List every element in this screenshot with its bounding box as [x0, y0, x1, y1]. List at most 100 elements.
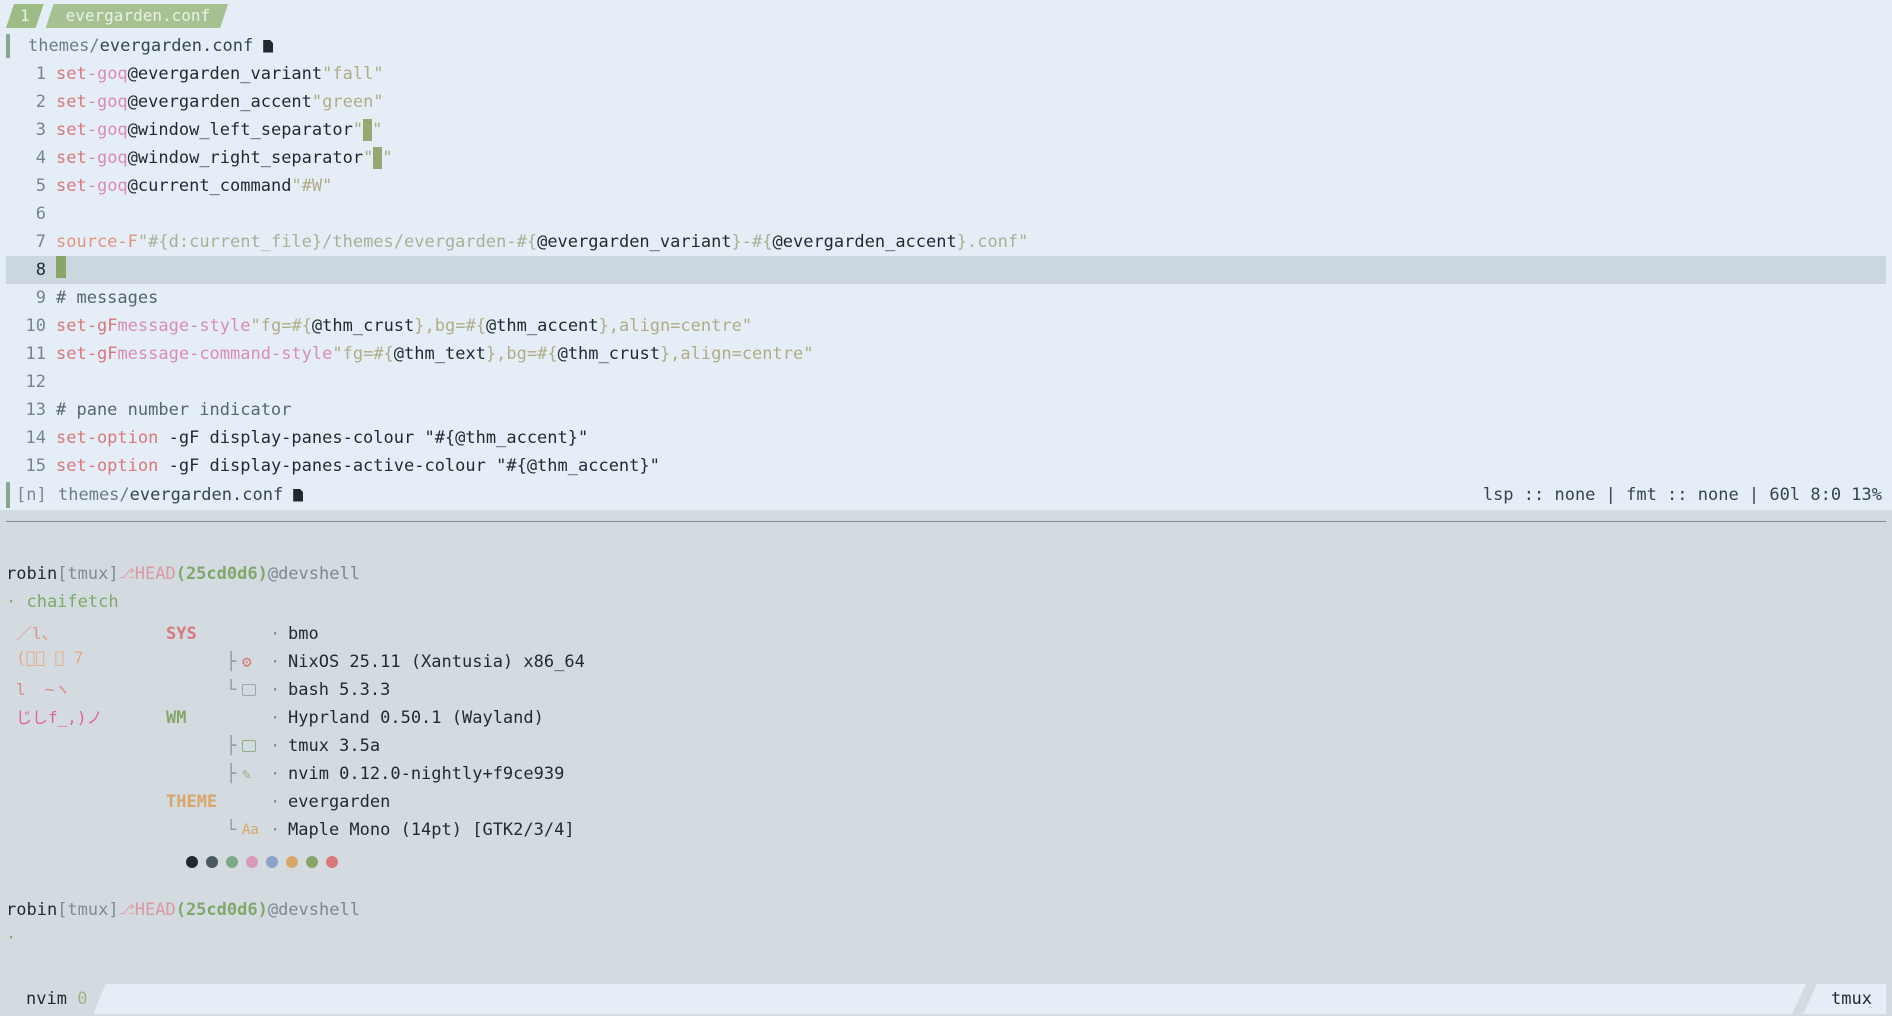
string-value: "green"	[311, 92, 384, 112]
category-theme: THEME	[166, 792, 218, 812]
shell-prompt: robin [tmux] ⎇ HEAD (25cd0d6) @devshell	[6, 896, 1886, 924]
line-number: 2	[35, 92, 46, 112]
gear-icon: ⚙	[242, 652, 252, 671]
keyword: source	[56, 232, 118, 252]
code-line: 3 set -goq @window_left_separator " "	[6, 116, 1886, 144]
code-line: 7 source -F "#{d:current_file}/themes/eve…	[6, 228, 1886, 256]
shell-value: bash 5.3.3	[288, 680, 391, 700]
line-number: 14	[25, 428, 46, 448]
os-value: NixOS 25.11 (Xantusia) x86_64	[288, 652, 585, 672]
flag: -goq	[86, 64, 128, 84]
code-line: 6	[6, 200, 1886, 228]
prompt-marker: ·	[6, 928, 17, 948]
code-line: 11 set -gF message-command-style "fg=#{@t…	[6, 340, 1886, 368]
separator-glyph-icon	[373, 147, 383, 169]
interpolated-var: @thm_accent	[485, 316, 599, 336]
code-area[interactable]: 1 set -goq @evergarden_variant "fall" 2 se…	[6, 60, 1886, 480]
theme-value: evergarden	[288, 792, 391, 812]
fetch-row-editor: ├ ✎ · nvim 0.12.0-nightly+f9ce939	[166, 760, 564, 788]
comment: # pane number indicator	[56, 400, 292, 420]
keyword: set	[56, 176, 87, 196]
separator-glyph-icon	[363, 119, 373, 141]
comment: # messages	[56, 288, 159, 308]
ascii-art-line: じしf_,)ノ	[16, 708, 103, 727]
wm-value: Hyprland 0.50.1 (Wayland)	[288, 708, 544, 728]
status-dir: themes/	[58, 485, 130, 505]
line-number: 13	[25, 400, 46, 420]
terminal-pane[interactable]: robin [tmux] ⎇ HEAD (25cd0d6) @devshell …	[6, 560, 1886, 616]
string-part: },align=centre"	[659, 344, 814, 364]
keyword: set	[56, 148, 87, 168]
keyword: set	[56, 92, 87, 112]
prompt-hash: (25cd0d6)	[175, 900, 268, 920]
terminal-icon	[242, 740, 256, 752]
line-number: 5	[35, 176, 46, 196]
line-number: 10	[25, 316, 46, 336]
host-value: bmo	[288, 624, 319, 644]
shell-prompt: robin [tmux] ⎇ HEAD (25cd0d6) @devshell	[6, 560, 1886, 588]
flag: -goq	[86, 148, 128, 168]
ascii-art-line: ／l、	[16, 624, 58, 643]
fetch-row-os: ├ ⚙ · NixOS 25.11 (Xantusia) x86_64	[166, 648, 585, 676]
line-number: 6	[35, 204, 46, 224]
prompt-head: HEAD	[134, 564, 176, 584]
file-icon	[263, 39, 274, 53]
option-name: message-style	[117, 316, 251, 336]
option-name: @evergarden_variant	[127, 64, 323, 84]
string-value: "#W"	[291, 176, 333, 196]
winbar-dir: themes/	[28, 36, 100, 56]
category-sys: SYS	[166, 624, 197, 644]
category-wm: WM	[166, 708, 187, 728]
code-line: 4 set -goq @window_right_separator " "	[6, 144, 1886, 172]
tmux-window-tab[interactable]: nvim 0	[6, 984, 105, 1014]
code-line: 5 set -goq @current_command "#W"	[6, 172, 1886, 200]
fetch-row-theme: THEME · evergarden	[166, 788, 390, 816]
keyword: set-option	[56, 428, 159, 448]
status-info: lsp :: none | fmt :: none | 60l 8:0 13%	[1482, 485, 1882, 505]
palette-color-dot	[206, 856, 218, 868]
flag: -gF	[86, 344, 118, 364]
line-number: 11	[25, 344, 46, 364]
prompt-user: robin	[6, 900, 58, 920]
code-line: 2 set -goq @evergarden_accent "green"	[6, 88, 1886, 116]
mode-indicator: [n]	[6, 482, 50, 508]
window-index: 0	[77, 989, 88, 1009]
editor-pane[interactable]: 1 evergarden.conf themes/evergarden.conf…	[0, 0, 1892, 510]
code-line: 10 set -gF message-style "fg=#{@thm_crust…	[6, 312, 1886, 340]
ascii-art-line: l ~ヽ	[16, 680, 71, 699]
flag: -goq	[86, 92, 128, 112]
shell-input[interactable]: ·	[6, 924, 1886, 952]
option-name: message-command-style	[117, 344, 333, 364]
prompt-hash: (25cd0d6)	[175, 564, 268, 584]
option-name: @window_left_separator	[127, 120, 353, 140]
line-number: 7	[35, 232, 46, 252]
tab-filename[interactable]: evergarden.conf	[46, 4, 229, 28]
fetch-row-wm: WM · Hyprland 0.50.1 (Wayland)	[166, 704, 544, 732]
interpolated-var: @thm_crust	[557, 344, 660, 364]
code-line: 12	[6, 368, 1886, 396]
fetch-row-font: └ Aa · Maple Mono (14pt) [GTK2/3/4]	[166, 816, 575, 844]
string-part: "fg=#{	[332, 344, 394, 364]
option-name: @current_command	[127, 176, 292, 196]
status-filename: themes/evergarden.conf	[50, 482, 304, 508]
keyword: set	[56, 344, 87, 364]
prompt-head: HEAD	[134, 900, 176, 920]
option-name: @evergarden_accent	[127, 92, 312, 112]
terminal-icon	[242, 684, 256, 696]
option-name: @window_right_separator	[127, 148, 364, 168]
tab-number[interactable]: 1	[6, 4, 44, 28]
line-number: 1	[35, 64, 46, 84]
mux-value: tmux 3.5a	[288, 736, 381, 756]
fetch-output: ／l、 (ﾟ､ ｡ 7 l ~ヽ じしf_,)ノ SYS · bmo ├ ⚙ · NixO…	[6, 620, 906, 868]
line-number: 12	[25, 372, 46, 392]
line-number: 4	[35, 148, 46, 168]
interpolated-var: @thm_text	[393, 344, 486, 364]
palette-color-dot	[326, 856, 338, 868]
tmux-window-list	[6, 984, 1806, 1014]
pane-divider[interactable]	[6, 521, 1886, 522]
string-part: }-#{	[731, 232, 773, 252]
string-part: }.conf"	[956, 232, 1029, 252]
code-text: -gF display-panes-active-colour "#{@thm_…	[158, 456, 660, 476]
fetch-row-mux: ├ · tmux 3.5a	[166, 732, 380, 760]
keyword: set	[56, 316, 87, 336]
